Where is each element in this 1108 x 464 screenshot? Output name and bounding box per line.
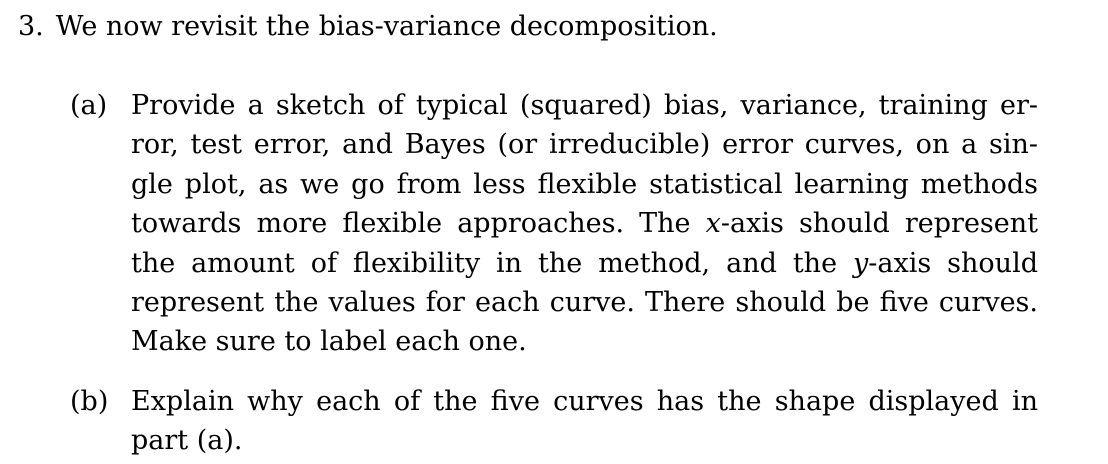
part-a-line: Make sure to label each one. <box>131 326 527 358</box>
document-page: 3. We now revisit the bias-variance decom… <box>0 0 1108 464</box>
question-number: 3. <box>18 11 44 42</box>
question-heading: 3. We now revisit the bias-variance decom… <box>18 8 718 46</box>
part-a-text: Provide a sketch of typical (squared) bi… <box>131 86 1038 362</box>
text-run: -axis should <box>868 247 1038 279</box>
part-a-line: gle plot, as we go from less flexible st… <box>131 168 1038 200</box>
part-a-line: ror, test error, and Bayes (or irreducib… <box>131 129 1038 161</box>
text-run: towards more flexible approaches. The <box>131 208 706 240</box>
part-a-line: towards more flexible approaches. The x-… <box>131 204 1038 243</box>
part-b-marker: (b) <box>70 386 109 417</box>
part-a-line: represent the values for each curve. The… <box>131 286 1038 318</box>
question-text: We now revisit the bias-variance decompo… <box>55 11 718 42</box>
part-b-line: part (a). <box>131 425 243 457</box>
text-run: -axis should represent <box>720 208 1038 240</box>
math-y-variable: y <box>853 247 869 279</box>
math-x-variable: x <box>705 208 721 240</box>
part-a-line: Provide a sketch of typical (squared) bi… <box>131 90 1038 121</box>
part-a-line: the amount of flexibility in the method,… <box>131 244 1038 283</box>
part-b-text: Explain why each of the five curves has … <box>131 382 1038 461</box>
part-a-marker: (a) <box>70 90 108 121</box>
text-run: the amount of flexibility in the method,… <box>131 247 854 279</box>
part-b-line: Explain why each of the five curves has … <box>131 386 1038 417</box>
